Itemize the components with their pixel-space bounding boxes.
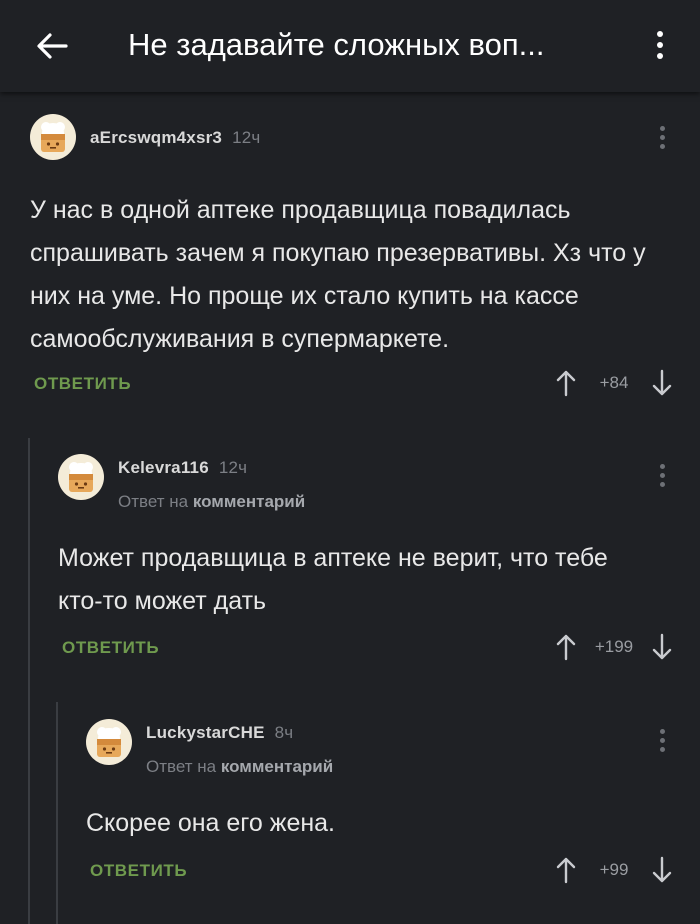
- default-avatar-icon: [41, 122, 65, 152]
- vertical-dots-icon: [659, 463, 665, 469]
- comment-author[interactable]: Kelevra116 12ч: [118, 458, 247, 478]
- vertical-dots-icon-dot: [659, 481, 665, 487]
- app-bar: Не задавайте сложных воп...: [0, 0, 700, 92]
- vote-score: +199: [594, 637, 634, 656]
- reply-to-prefix: Ответ на: [146, 757, 217, 776]
- reply-button[interactable]: ОТВЕТИТЬ: [34, 374, 131, 394]
- vertical-dots-icon-dot: [659, 134, 665, 140]
- comment-text: Может продавщица в аптеке не верит, что …: [58, 544, 608, 615]
- reply-to-link[interactable]: комментарий: [193, 492, 305, 511]
- vertical-dots-icon-dot: [659, 143, 665, 149]
- reply-to: Ответ на комментарий: [118, 492, 305, 512]
- vertical-dots-icon-dot: [657, 53, 663, 59]
- vertical-dots-icon-dot: [659, 746, 665, 752]
- upvote-button[interactable]: [554, 632, 578, 662]
- comment-text: Скорее она его жена.: [86, 809, 335, 837]
- reply-to-prefix: Ответ на: [118, 492, 189, 511]
- comments-list: aErcswqm4xsr3 12ч У нас в одной аптеке пр…: [0, 92, 700, 924]
- vertical-dots-icon: [659, 125, 665, 131]
- vertical-dots-icon-dot: [659, 737, 665, 743]
- comment-author[interactable]: LuckystarCHE 8ч: [146, 723, 293, 743]
- reply-to: Ответ на комментарий: [146, 757, 333, 777]
- vertical-dots-icon-dot: [657, 42, 663, 48]
- reply-button[interactable]: ОТВЕТИТЬ: [62, 638, 159, 658]
- default-avatar-icon: [97, 727, 121, 757]
- upvote-button[interactable]: [554, 368, 578, 398]
- comment-author[interactable]: aErcswqm4xsr3 12ч: [90, 128, 260, 148]
- comment: aErcswqm4xsr3 12ч У нас в одной аптеке пр…: [0, 92, 700, 412]
- comment-time: 12ч: [232, 128, 261, 147]
- default-avatar-icon: [69, 462, 93, 492]
- reply-button[interactable]: ОТВЕТИТЬ: [90, 861, 187, 881]
- username[interactable]: aErcswqm4xsr3: [90, 128, 222, 147]
- comment-time: 8ч: [274, 723, 294, 742]
- arrow-up-icon: [556, 857, 576, 884]
- comment-text: У нас в одной аптеке продавщица повадила…: [30, 196, 646, 353]
- vote-controls: +99: [554, 855, 674, 885]
- vertical-dots-icon: [659, 728, 665, 734]
- avatar[interactable]: [86, 719, 132, 765]
- downvote-button[interactable]: [650, 855, 674, 885]
- arrow-up-icon: [556, 370, 576, 397]
- comment: Kelevra116 12ч Ответ на комментарий Может…: [0, 442, 700, 672]
- upvote-button[interactable]: [554, 855, 578, 885]
- avatar[interactable]: [58, 454, 104, 500]
- downvote-button[interactable]: [650, 632, 674, 662]
- downvote-button[interactable]: [650, 368, 674, 398]
- comment: LuckystarCHE 8ч Ответ на комментарий Скор…: [0, 707, 700, 924]
- username[interactable]: LuckystarCHE: [146, 723, 265, 742]
- vertical-dots-icon: [657, 31, 663, 37]
- arrow-left-icon: [37, 33, 68, 59]
- arrow-down-icon: [652, 633, 672, 660]
- comment-menu-button[interactable]: [652, 458, 672, 492]
- vote-score: +99: [599, 860, 629, 879]
- arrow-up-icon: [556, 634, 576, 661]
- overflow-menu-button[interactable]: [640, 22, 680, 68]
- comment-time: 12ч: [218, 458, 248, 477]
- back-button[interactable]: [24, 18, 80, 74]
- vote-score: +84: [599, 373, 629, 392]
- arrow-down-icon: [652, 856, 672, 883]
- arrow-down-icon: [652, 369, 672, 396]
- username[interactable]: Kelevra116: [118, 458, 209, 477]
- comment-menu-button[interactable]: [652, 723, 672, 757]
- comment-menu-button[interactable]: [652, 120, 672, 154]
- avatar[interactable]: [30, 114, 76, 160]
- reply-to-link[interactable]: комментарий: [221, 757, 333, 776]
- vote-controls: +84: [554, 368, 674, 398]
- vote-controls: +199: [554, 632, 674, 662]
- page-title: Не задавайте сложных воп...: [128, 27, 545, 62]
- vertical-dots-icon-dot: [659, 472, 665, 478]
